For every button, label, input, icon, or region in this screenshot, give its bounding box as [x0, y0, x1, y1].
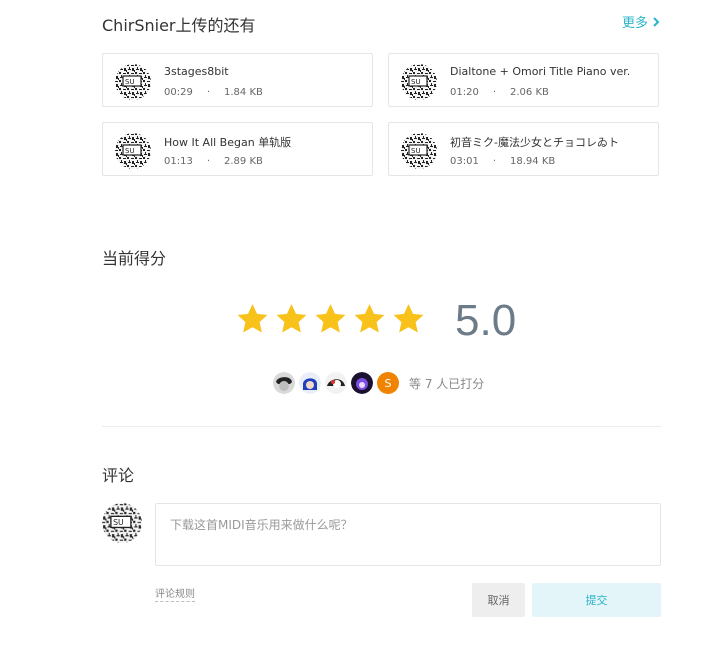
avatar — [115, 64, 151, 100]
star-icon[interactable] — [235, 302, 270, 336]
upload-name: Dialtone + Omori Title Piano ver. — [450, 65, 631, 78]
upload-meta: 03:01 · 18.94 KB — [450, 156, 555, 167]
upload-size: 1.84 KB — [224, 87, 263, 98]
chevron-right-icon — [653, 16, 660, 27]
rater-count: 等 7 人已打分 — [409, 376, 485, 391]
submit-button[interactable]: 提交 — [532, 583, 661, 617]
upload-name: How It All Began 单轨版 — [164, 136, 292, 149]
upload-duration: 03:01 — [450, 156, 479, 167]
divider — [102, 426, 661, 427]
raters-row: S 等 7 人已打分 — [273, 372, 484, 394]
meta-separator: · — [492, 87, 497, 98]
upload-duration: 01:20 — [450, 87, 479, 98]
rater-avatar[interactable]: S — [377, 372, 399, 394]
upload-name: 3stages8bit — [164, 65, 229, 78]
meta-separator: · — [206, 156, 211, 167]
rating-title: 当前得分 — [102, 249, 167, 268]
rater-avatar[interactable] — [299, 372, 321, 394]
uploads-header: ChirSnier上传的还有 更多 — [102, 12, 661, 36]
star-icon[interactable] — [391, 302, 426, 336]
cancel-button[interactable]: 取消 — [472, 583, 525, 617]
upload-meta: 01:20 · 2.06 KB — [450, 87, 549, 98]
meta-separator: · — [206, 87, 211, 98]
star-icon[interactable] — [313, 302, 348, 336]
avatar — [401, 64, 437, 100]
upload-card[interactable]: 3stages8bit 00:29 · 1.84 KB — [102, 53, 373, 107]
upload-duration: 00:29 — [164, 87, 193, 98]
star-icon[interactable] — [274, 302, 309, 336]
upload-duration: 01:13 — [164, 156, 193, 167]
upload-meta: 01:13 · 2.89 KB — [164, 156, 263, 167]
upload-card[interactable]: How It All Began 单轨版 01:13 · 2.89 KB — [102, 122, 373, 176]
score-value: 5.0 — [455, 296, 517, 345]
avatar — [401, 133, 437, 169]
uploads-title: ChirSnier上传的还有 — [102, 16, 256, 35]
upload-size: 2.89 KB — [224, 156, 263, 167]
comment-input[interactable] — [155, 503, 661, 566]
upload-meta: 00:29 · 1.84 KB — [164, 87, 263, 98]
star-rating[interactable] — [235, 302, 426, 336]
upload-card[interactable]: Dialtone + Omori Title Piano ver. 01:20 ·… — [388, 53, 659, 107]
rater-avatar[interactable] — [273, 372, 295, 394]
comment-rules-link[interactable]: 评论规则 — [155, 585, 195, 602]
upload-size: 18.94 KB — [510, 156, 556, 167]
more-label: 更多 — [621, 16, 648, 31]
upload-size: 2.06 KB — [510, 87, 549, 98]
avatar — [115, 133, 151, 169]
meta-separator: · — [492, 156, 497, 167]
upload-name: 初音ミク-魔法少女とチョコレゐト — [450, 136, 619, 149]
star-icon[interactable] — [352, 302, 387, 336]
upload-card[interactable]: 初音ミク-魔法少女とチョコレゐト 03:01 · 18.94 KB — [388, 122, 659, 176]
rater-avatar[interactable] — [351, 372, 373, 394]
comments-title: 评论 — [102, 466, 135, 485]
user-avatar — [102, 503, 142, 543]
more-link[interactable]: 更多 — [622, 12, 661, 31]
rater-avatar[interactable] — [325, 372, 347, 394]
